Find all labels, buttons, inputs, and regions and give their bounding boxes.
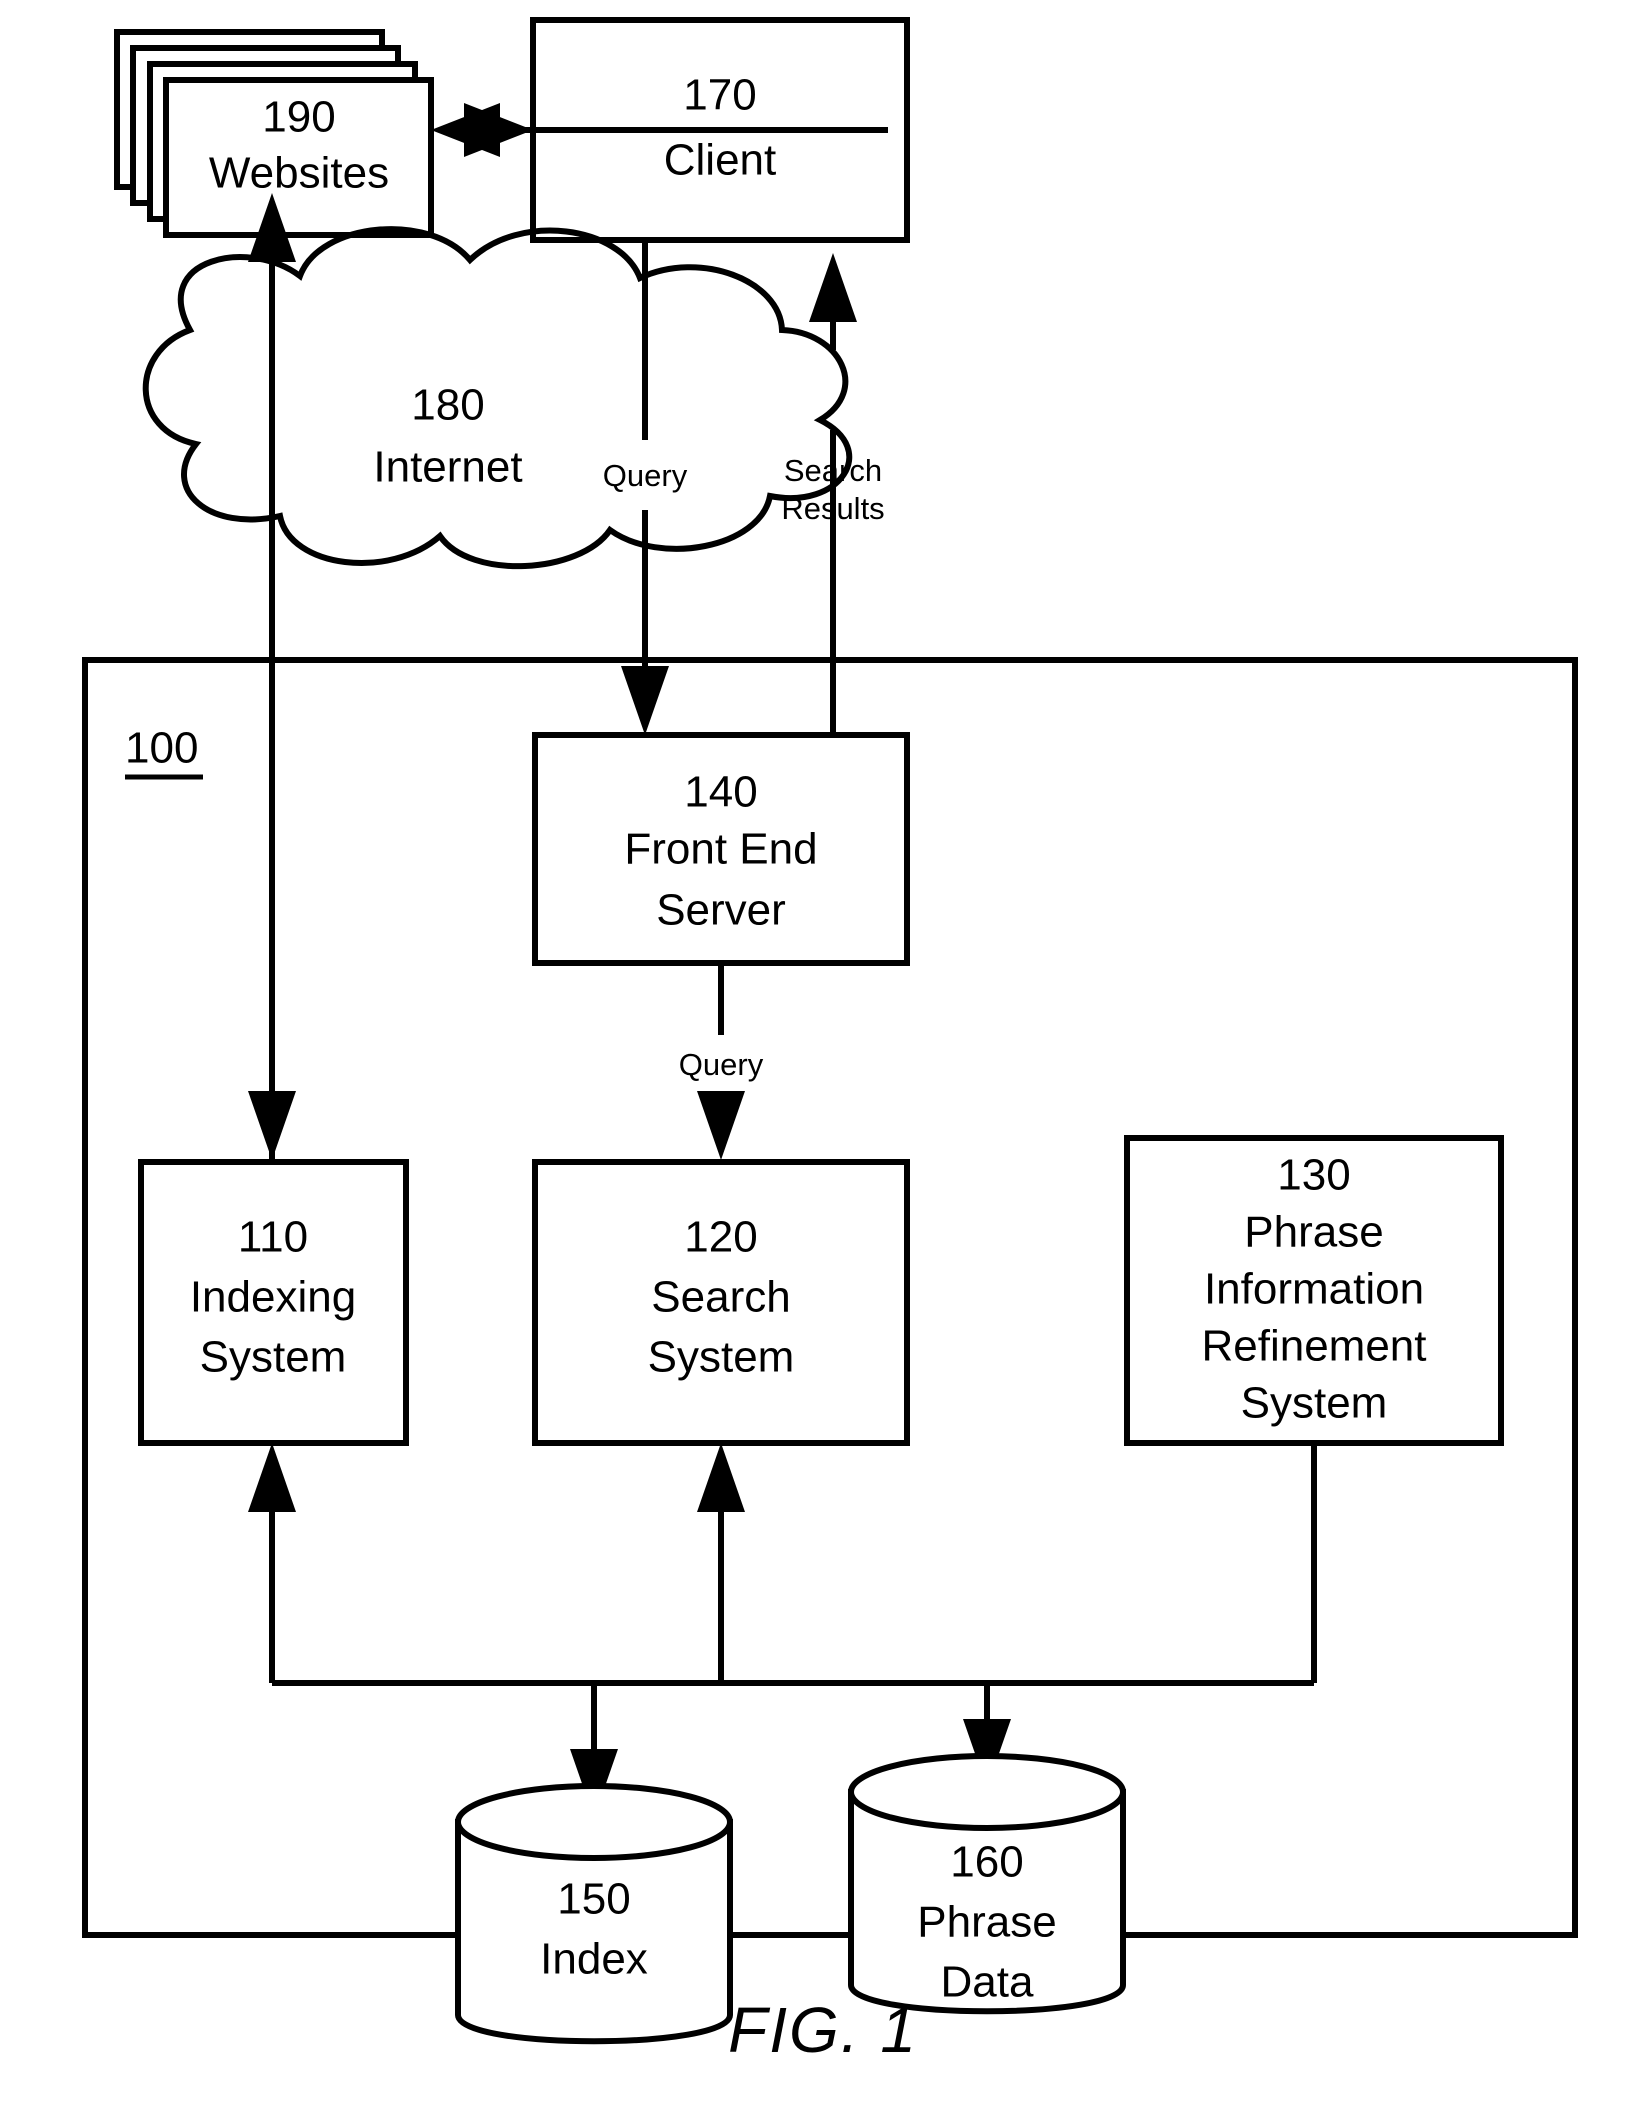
websites-ref: 190 — [262, 93, 335, 142]
search-results-label-1: Search — [784, 453, 882, 488]
internet-cloud-shape — [142, 226, 853, 570]
client-ref: 170 — [683, 71, 756, 120]
index-store-ref: 150 — [557, 1875, 630, 1924]
front-end-server-line2: Server — [656, 886, 786, 935]
phrase-data-store-line2: Data — [941, 1958, 1034, 2007]
patent-figure-1: 190 Websites 170 Client 180 Internet 100 — [0, 0, 1647, 2107]
front-end-server-line1: Front End — [624, 825, 817, 874]
query-internet-label: Query — [603, 458, 688, 493]
websites-label: Websites — [209, 149, 389, 198]
search-system-line1: Search — [651, 1273, 790, 1322]
client-label: Client — [664, 136, 777, 185]
phrase-data-store-ref: 160 — [950, 1838, 1023, 1887]
search-system-ref: 120 — [684, 1213, 757, 1262]
phrase-refinement-line4: System — [1241, 1379, 1388, 1428]
phrase-refinement-line1: Phrase — [1244, 1208, 1383, 1257]
phrase-refinement-ref: 130 — [1277, 1151, 1350, 1200]
phrase-refinement-line2: Information — [1204, 1265, 1424, 1314]
internet-ref: 180 — [411, 381, 484, 430]
phrase-data-store-cylinder-top — [848, 1753, 1126, 1831]
front-end-server-ref: 140 — [684, 768, 757, 817]
index-store-label: Index — [540, 1935, 648, 1984]
indexing-system-line1: Indexing — [190, 1273, 356, 1322]
index-store-node[interactable]: 150 Index — [455, 1783, 733, 2045]
indexing-system-node[interactable]: 110 Indexing System — [138, 1159, 409, 1446]
phrase-data-store-line1: Phrase — [917, 1898, 1056, 1947]
front-end-server-node[interactable]: 140 Front End Server — [532, 732, 910, 966]
internet-cloud-node[interactable]: 180 Internet — [142, 226, 853, 570]
index-store-cylinder-top — [455, 1783, 733, 1861]
phrase-refinement-line3: Refinement — [1201, 1322, 1426, 1371]
search-system-line2: System — [648, 1333, 795, 1382]
query-frontend-label: Query — [679, 1047, 764, 1082]
figure-caption: FIG. 1 — [728, 1994, 918, 2066]
indexing-system-ref: 110 — [238, 1213, 308, 1262]
phrase-refinement-system-node[interactable]: 130 Phrase Information Refinement System — [1124, 1135, 1504, 1446]
diagram-canvas: 190 Websites 170 Client 180 Internet 100 — [82, 17, 1578, 2066]
phrase-data-store-node[interactable]: 160 Phrase Data — [848, 1753, 1126, 2015]
arrow-up-to-client — [809, 253, 857, 322]
indexing-system-line2: System — [200, 1333, 347, 1382]
search-results-label-2: Results — [781, 491, 884, 526]
search-system-node[interactable]: 120 Search System — [532, 1159, 910, 1446]
system-ref-label: 100 — [125, 724, 198, 773]
internet-label: Internet — [373, 443, 522, 492]
